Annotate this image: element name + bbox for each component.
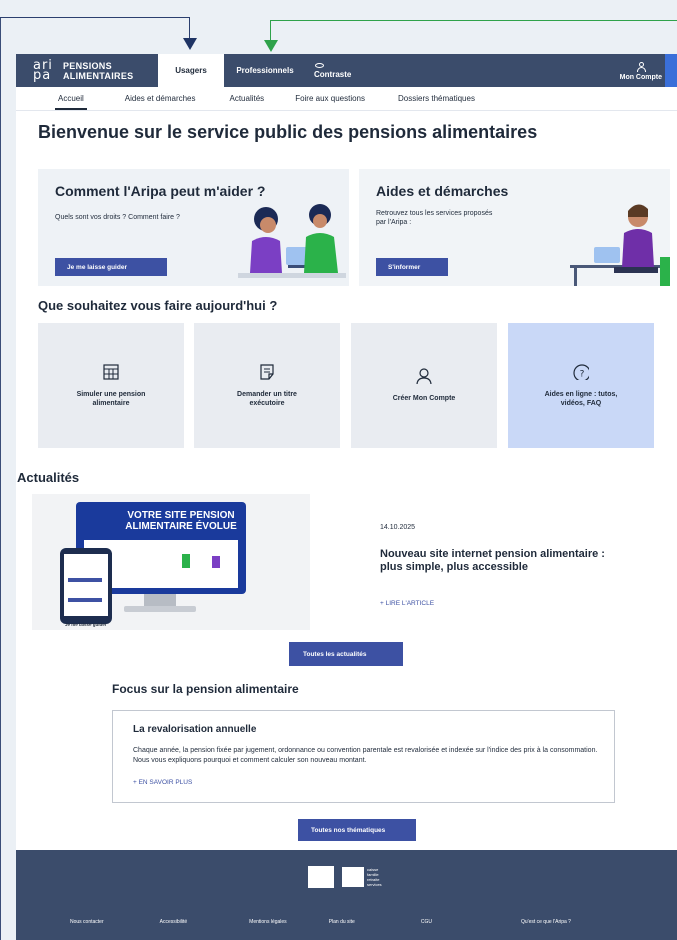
- annotation-line-green: [270, 20, 677, 21]
- aides-card-title: Aides et démarches: [376, 183, 509, 199]
- focus-box-text: Chaque année, la pension fixée par jugem…: [133, 747, 598, 764]
- tile-creer-compte[interactable]: Créer Mon Compte: [351, 323, 497, 448]
- caisse-logo: caisse famille retraite services: [342, 867, 382, 887]
- informer-button[interactable]: S'informer: [376, 258, 448, 276]
- user-icon: [636, 62, 646, 72]
- news-date: 14.10.2025: [380, 524, 416, 531]
- tile-label: Aides en ligne : tutos, vidéos, FAQ: [544, 390, 618, 407]
- focus-title: Focus sur la pension alimentaire: [112, 682, 299, 696]
- section-title-actions: Que souhaitez vous faire aujourd'hui ?: [38, 298, 278, 313]
- annotation-line-blue: [0, 17, 189, 18]
- contrast-toggle[interactable]: Contraste: [306, 54, 366, 87]
- help-card: Comment l'Aripa peut m'aider ? Quels son…: [38, 169, 349, 286]
- footer-link-plan[interactable]: Plan du site: [329, 919, 355, 925]
- subnav-faq[interactable]: Foire aux questions: [295, 94, 365, 103]
- tile-label: Simuler une pension alimentaire: [76, 390, 146, 407]
- people-illustration: [238, 204, 346, 278]
- tile-aides-en-ligne[interactable]: ? Aides en ligne : tutos, vidéos, FAQ: [508, 323, 654, 448]
- section-title-actualites: Actualités: [17, 470, 80, 485]
- footer-link-accessibilite[interactable]: Accessibilité: [160, 919, 188, 925]
- calculator-icon: [103, 363, 119, 380]
- annotation-line-green-vertical: [270, 20, 271, 42]
- focus-box-title: La revalorisation annuelle: [133, 724, 257, 735]
- annotation-line-left: [0, 17, 1, 940]
- all-themes-button[interactable]: Toutes nos thématiques: [298, 819, 416, 841]
- tab-usagers[interactable]: Usagers: [158, 54, 224, 87]
- tile-label: Créer Mon Compte: [392, 395, 456, 402]
- top-navigation: ari pa PENSIONS ALIMENTAIRES Usagers Pro…: [16, 54, 677, 87]
- account-button[interactable]: Mon Compte: [620, 56, 662, 87]
- user-icon: [416, 368, 432, 384]
- help-card-text: Quels sont vos droits ? Comment faire ?: [55, 214, 180, 221]
- logo-mark: ari pa: [33, 57, 53, 83]
- footer-link-contact[interactable]: Nous contacter: [70, 919, 104, 925]
- news-image-phone-title: Je me laisse guider: [65, 622, 107, 627]
- page-title: Bienvenue sur le service public des pens…: [38, 122, 538, 142]
- aides-card: Aides et démarches Retrouvez tous les se…: [359, 169, 670, 286]
- footer-link-aripa[interactable]: Qu'est ce que l'Aripa ?: [521, 919, 571, 925]
- help-card-title: Comment l'Aripa peut m'aider ?: [55, 183, 266, 199]
- subnav-accueil[interactable]: Accueil: [55, 94, 87, 110]
- subnav-dossiers[interactable]: Dossiers thématiques: [398, 94, 475, 103]
- read-article-link[interactable]: + LIRE L'ARTICLE: [380, 600, 434, 607]
- tile-simuler[interactable]: Simuler une pension alimentaire: [38, 323, 184, 448]
- account-label: Mon Compte: [619, 74, 662, 81]
- contrast-label: Contraste: [314, 69, 352, 79]
- search-button[interactable]: [665, 54, 677, 87]
- tile-titre-executoire[interactable]: Demander un titre exécutoire: [194, 323, 340, 448]
- learn-more-link[interactable]: + EN SAVOIR PLUS: [133, 779, 192, 786]
- arrow-down-green-icon: [264, 40, 278, 52]
- footer-logos: caisse famille retraite services: [308, 866, 382, 888]
- news-image-title-2: ALIMENTAIRE ÉVOLUE: [125, 521, 237, 532]
- subnav-aides[interactable]: Aides et démarches: [125, 94, 196, 103]
- logo-text: PENSIONS ALIMENTAIRES: [63, 60, 134, 81]
- svg-text:?: ?: [580, 369, 585, 379]
- eye-icon: [315, 62, 324, 68]
- footer: [16, 850, 677, 940]
- news-image-title-1: VOTRE SITE PENSION: [127, 510, 235, 521]
- man-laptop-illustration: [570, 204, 670, 286]
- help-icon: ?: [573, 363, 589, 380]
- website: ari pa PENSIONS ALIMENTAIRES Usagers Pro…: [16, 54, 677, 940]
- footer-links: Nous contacter Accessibilité Mentions lé…: [16, 919, 677, 925]
- subnav-actualites[interactable]: Actualités: [230, 94, 265, 103]
- aripa-logo[interactable]: ari pa PENSIONS ALIMENTAIRES: [16, 54, 158, 87]
- footer-link-mentions[interactable]: Mentions légales: [249, 919, 287, 925]
- republique-logo: [308, 866, 334, 888]
- footer-link-cgu[interactable]: CGU: [421, 919, 432, 925]
- tile-label: Demander un titre exécutoire: [237, 390, 297, 407]
- all-news-button[interactable]: Toutes les actualités: [289, 642, 403, 666]
- news-headline[interactable]: Nouveau site internet pension alimentair…: [380, 548, 620, 574]
- document-icon: [260, 363, 274, 380]
- sub-navigation: Accueil Aides et démarches Actualités Fo…: [16, 87, 677, 111]
- guide-button[interactable]: Je me laisse guider: [55, 258, 167, 276]
- aides-card-text-2: par l'Aripa :: [376, 219, 412, 226]
- tab-professionnels[interactable]: Professionnels: [224, 54, 306, 87]
- arrow-down-icon: [183, 38, 197, 50]
- book-icon: [342, 867, 364, 887]
